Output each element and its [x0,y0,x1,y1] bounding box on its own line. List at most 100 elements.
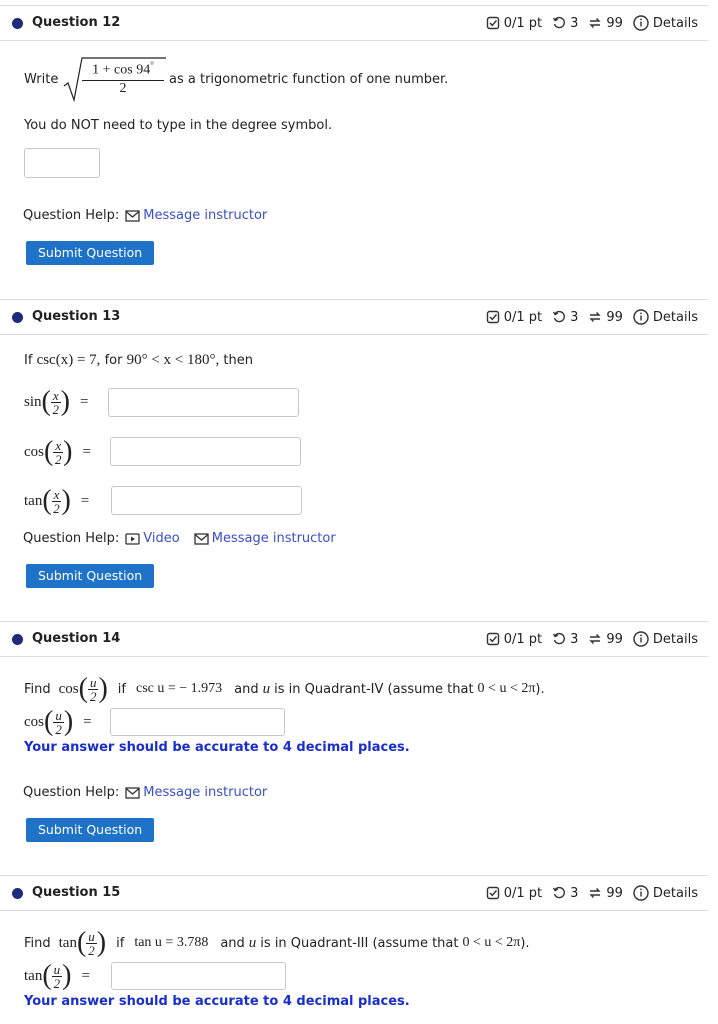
quadrant-text: is in Quadrant-IV (assume that [274,681,474,697]
versions-icon [589,312,602,322]
details-link[interactable]: Details [653,632,698,647]
condition-expression: csc(x) = 7, [36,352,101,368]
cos-answer-input[interactable] [110,437,301,466]
find-label: Find [24,681,51,697]
details-link[interactable]: Details [653,310,698,325]
versions-icon [589,18,602,28]
retry-icon [553,310,566,323]
video-text: Video [143,531,180,546]
info-icon[interactable] [633,885,649,901]
then-label: then [223,353,253,368]
half-fraction: u2 [86,928,97,958]
half-fraction: u2 [87,674,99,704]
points-text: 0/1 pt [503,309,543,325]
tan-answer-input[interactable] [111,962,286,990]
var-u: u [262,680,271,697]
message-instructor-text: Message instructor [211,531,336,546]
checkbox-icon [486,16,499,30]
envelope-icon [125,209,140,222]
tan-row: tan(x 2) = [24,485,90,516]
question-help: Question Help: Video Message instructor [23,531,344,546]
question-12-header: Question 12 0/1 pt 3 99 Details [0,5,708,41]
question-title: Question 14 [32,631,121,646]
submit-question-button[interactable]: Submit Question [26,818,155,842]
close-paren: ). [520,935,530,951]
points-text: 0/1 pt [503,15,543,31]
question-help: Question Help: Message instructor [23,208,275,223]
question-status-dot [12,634,23,645]
degree-mark: ° [150,60,154,70]
details-link[interactable]: Details [653,886,698,901]
fraction-numerator: 1 + cos 94 [92,62,151,78]
submit-question-button[interactable]: Submit Question [26,241,155,265]
message-instructor-link[interactable]: Message instructor [125,208,267,223]
cos-answer-input[interactable] [110,708,285,736]
question-status-dot [12,888,23,899]
half-fraction: u2 [53,707,64,737]
tan-row: tan(u 2) = [24,960,90,991]
fraction-denominator: 2 [119,80,127,96]
range-expression: 90° < x < 180°, [126,352,220,368]
half-fraction: x2 [53,437,64,467]
message-instructor-link[interactable]: Message instructor [194,531,336,546]
message-instructor-text: Message instructor [143,208,268,223]
retry-icon [553,16,566,29]
question-title: Question 12 [32,15,121,30]
sin-answer-input[interactable] [108,388,299,417]
function-name: cos [24,443,44,460]
checkbox-icon [486,632,499,646]
instruction-text: as a trigonometric function of one numbe… [169,72,449,87]
envelope-icon [194,532,209,545]
info-icon[interactable] [633,15,649,31]
function-name: tan [24,492,43,509]
if-label: if [116,935,125,951]
envelope-icon [125,786,140,799]
retry-icon [553,886,566,899]
equals-sign: = [83,713,92,730]
tries-text: 99 [606,309,623,325]
sin-row: sin(x 2) = [24,386,89,417]
info-icon[interactable] [633,631,649,647]
video-link[interactable]: Video [125,531,180,546]
versions-icon [589,634,602,644]
accuracy-note: Your answer should be accurate to 4 deci… [24,994,410,1009]
half-fraction: x2 [50,387,61,417]
cos-row: cos(x 2) = [24,436,91,467]
checkbox-icon [486,310,499,324]
cos-row: cos(u 2) = [24,706,92,737]
video-icon [125,532,140,545]
submit-question-button[interactable]: Submit Question [26,564,155,588]
points-text: 0/1 pt [503,885,543,901]
half-fraction: u2 [51,961,63,991]
tan-answer-input[interactable] [111,486,302,515]
retry-icon [553,632,566,645]
question-meta: 0/1 pt 3 99 Details [486,885,698,901]
details-link[interactable]: Details [653,16,698,31]
assume-expression: 0 < u < 2π [477,681,536,696]
function-name: tan [24,967,43,984]
and-label: and [234,681,259,697]
half-fraction: x2 [51,486,62,516]
question-meta: 0/1 pt 3 99 Details [486,631,698,647]
tries-text: 99 [606,15,623,31]
equals-sign: = [80,492,90,509]
sqrt-fraction: 1 + cos 94° 2 [82,60,164,97]
function-name: cos [58,680,79,697]
message-instructor-link[interactable]: Message instructor [125,785,267,800]
degree-note: You do NOT need to type in the degree sy… [24,118,333,133]
for-label: for [104,353,123,368]
question-help-label: Question Help: [23,208,120,223]
question-15-header: Question 15 0/1 pt 3 99 Details [0,875,708,911]
attempts-text: 3 [570,309,579,325]
tries-text: 99 [606,631,623,647]
tries-text: 99 [606,885,623,901]
answer-input[interactable] [24,148,100,178]
accuracy-note: Your answer should be accurate to 4 deci… [24,740,410,755]
info-icon[interactable] [633,309,649,325]
quadrant-text: is in Quadrant-III (assume that [260,935,459,951]
question-help: Question Help: Message instructor [23,785,275,800]
message-instructor-text: Message instructor [143,785,268,800]
question-13-header: Question 13 0/1 pt 3 99 Details [0,299,708,335]
write-label: Write [24,72,59,87]
function-name: tan [58,934,77,951]
